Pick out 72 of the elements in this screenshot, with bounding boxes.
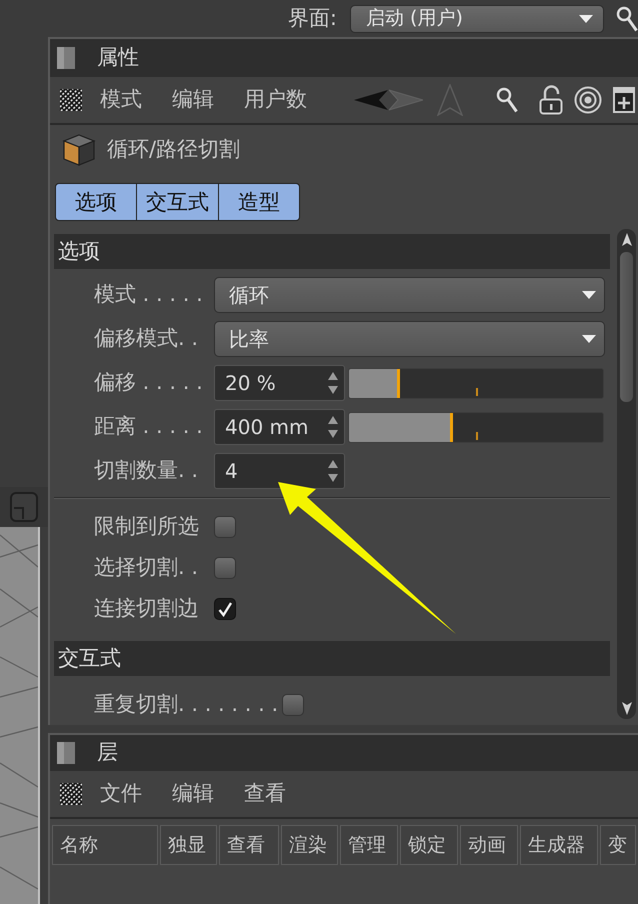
checkbox-label: 连接切割边 bbox=[94, 596, 200, 622]
slider-fill[interactable] bbox=[349, 412, 454, 442]
column-header[interactable]: 名称 bbox=[52, 825, 158, 865]
menu-item[interactable]: 查看 bbox=[244, 781, 286, 807]
tab[interactable]: 选项 bbox=[55, 183, 137, 221]
column-header[interactable]: 独显 bbox=[160, 825, 217, 865]
layout-dropdown[interactable]: 启动 (用户) bbox=[350, 4, 604, 32]
forward-arrow-icon bbox=[389, 89, 423, 111]
caret-icon bbox=[582, 291, 596, 299]
cube-icon bbox=[62, 133, 96, 167]
column-header[interactable]: 查看 bbox=[219, 825, 279, 865]
dropdown[interactable]: 循环 bbox=[214, 277, 605, 313]
field-label: 模式 . . . . . bbox=[94, 282, 204, 308]
plus-box-icon[interactable] bbox=[613, 87, 635, 113]
target-icon[interactable] bbox=[574, 86, 602, 114]
menu-item[interactable]: 文件 bbox=[100, 781, 142, 807]
menu-item[interactable]: 编辑 bbox=[172, 87, 214, 113]
slider-track[interactable] bbox=[348, 368, 604, 398]
checkbox-label: 选择切割. . bbox=[94, 554, 200, 580]
up-arrow-icon bbox=[437, 84, 463, 116]
spin-arrows-icon[interactable] bbox=[328, 416, 338, 438]
checkbox-label: 重复切割. . . . . . . . bbox=[94, 692, 278, 718]
scrollbar-thumb[interactable] bbox=[620, 252, 633, 402]
viewport-mesh-drawing[interactable] bbox=[0, 527, 40, 904]
column-header[interactable]: 动画 bbox=[460, 825, 518, 865]
slider-fill[interactable] bbox=[349, 368, 400, 398]
panel-title: 层 bbox=[97, 740, 118, 766]
column-header[interactable]: 变 bbox=[600, 825, 636, 865]
spin-arrows-icon[interactable] bbox=[328, 460, 338, 482]
number-field[interactable]: 400 mm bbox=[214, 409, 345, 445]
panel-square-icon bbox=[57, 742, 75, 764]
section-header: 交互式 bbox=[54, 641, 610, 676]
panel-square-icon bbox=[57, 47, 75, 69]
scroll-down-arrow-icon[interactable] bbox=[622, 702, 632, 715]
caret-icon bbox=[582, 335, 596, 343]
column-header[interactable]: 管理 bbox=[340, 825, 398, 865]
number-field[interactable]: 4 bbox=[214, 453, 345, 489]
tool-title: 循环/路径切割 bbox=[107, 137, 240, 163]
striped-square-icon[interactable] bbox=[60, 783, 82, 805]
dropdown[interactable]: 比率 bbox=[214, 321, 605, 357]
checkbox[interactable] bbox=[282, 694, 304, 716]
field-label: 切割数量. . bbox=[94, 458, 200, 484]
column-header[interactable]: 生成器 bbox=[520, 825, 598, 865]
number-field[interactable]: 20 % bbox=[214, 365, 345, 401]
checkbox-label: 限制到所选 bbox=[94, 514, 200, 540]
field-label: 偏移 . . . . . bbox=[94, 370, 204, 396]
checkbox[interactable] bbox=[214, 598, 236, 620]
striped-square-icon[interactable] bbox=[60, 89, 82, 111]
checkbox[interactable] bbox=[214, 556, 236, 578]
layout-label: 界面: bbox=[288, 6, 337, 32]
column-header[interactable]: 锁定 bbox=[400, 825, 458, 865]
checkbox[interactable] bbox=[214, 516, 236, 538]
tick-mark-icon bbox=[476, 388, 478, 396]
caret-icon bbox=[579, 14, 593, 22]
field-label: 偏移模式. . bbox=[94, 326, 200, 352]
tick-mark-icon bbox=[476, 432, 478, 440]
tab[interactable]: 造型 bbox=[219, 183, 300, 221]
check-icon bbox=[217, 600, 233, 616]
padlock-icon[interactable] bbox=[539, 85, 563, 115]
search-icon[interactable] bbox=[616, 6, 638, 32]
section-header: 选项 bbox=[54, 234, 610, 269]
spin-arrows-icon[interactable] bbox=[328, 372, 338, 394]
search-icon[interactable] bbox=[496, 87, 518, 113]
scroll-up-arrow-icon[interactable] bbox=[622, 233, 632, 246]
column-header[interactable]: 渲染 bbox=[281, 825, 338, 865]
menu-item[interactable]: 编辑 bbox=[172, 781, 214, 807]
field-label: 距离 . . . . . bbox=[94, 414, 204, 440]
menu-item[interactable]: 模式 bbox=[100, 87, 142, 113]
slider-track[interactable] bbox=[348, 412, 604, 442]
menu-item[interactable]: 用户数 bbox=[244, 87, 307, 113]
panel-title: 属性 bbox=[97, 45, 139, 71]
tab[interactable]: 交互式 bbox=[137, 183, 219, 221]
